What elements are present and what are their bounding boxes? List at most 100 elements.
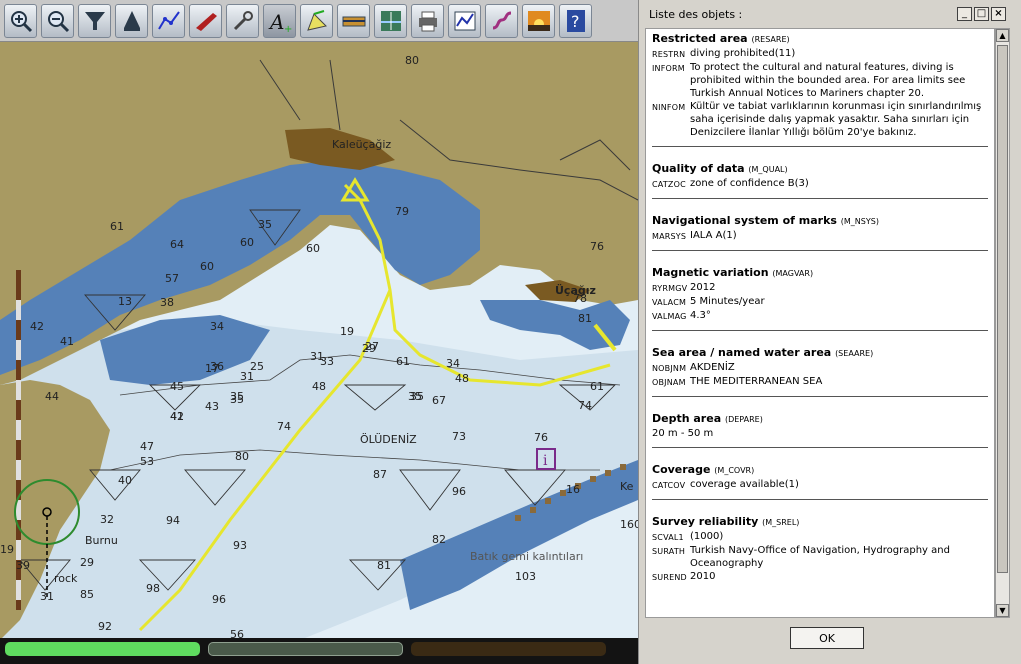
svg-text:?: ? <box>571 12 580 31</box>
sounding-25: 13 <box>118 295 132 308</box>
attribute-value: zone of confidence B(3) <box>690 178 809 189</box>
attribute-acronym: VALACM <box>652 298 687 307</box>
attribute-value: THE MEDITERRANEAN SEA <box>690 376 823 387</box>
help-button[interactable]: ? <box>559 3 592 38</box>
object-type-name: Quality of data <box>652 162 745 175</box>
sounding-37: 74 <box>277 420 291 433</box>
night-mode-button[interactable] <box>522 3 555 38</box>
place-label-rock: rock <box>54 572 78 585</box>
svg-text:A: A <box>268 10 284 34</box>
boat-button[interactable] <box>189 3 222 38</box>
attribute-value: 2010 <box>690 571 716 582</box>
chart-toolbar: A +? <box>0 0 638 42</box>
sounding-41: 53 <box>140 455 154 468</box>
close-button[interactable]: × <box>991 7 1006 21</box>
sounding-30: 42 <box>170 410 184 423</box>
filter-button[interactable] <box>78 3 111 38</box>
scrollbar-thumb[interactable] <box>997 45 1008 573</box>
tools-button[interactable] <box>226 3 259 38</box>
attribute-row: NOBJNM AKDENİZ <box>652 361 994 375</box>
sounding-13: 35 <box>258 218 272 231</box>
attribute-value: diving prohibited(11) <box>690 48 796 59</box>
sounding-47: 82 <box>432 533 446 546</box>
object-section: Depth area (DEPARE) 20 m - 50 m <box>646 397 994 448</box>
object-type-name: Restricted area <box>652 32 748 45</box>
attribute-row: VALACM 5 Minutes/year <box>652 295 994 309</box>
place-label-oludeniz: ÖLÜDENİZ <box>360 433 417 446</box>
attribute-value: coverage available(1) <box>690 479 799 490</box>
object-type-code: (M_QUAL) <box>748 165 788 174</box>
sounding-51: 39 <box>16 559 30 572</box>
attribute-value: (1000) <box>690 531 724 542</box>
help-icon: ? <box>566 9 585 32</box>
sounding-56: 98 <box>146 582 160 595</box>
graph-button[interactable] <box>448 3 481 38</box>
route-button[interactable] <box>152 3 185 38</box>
depth-icon <box>380 10 401 31</box>
attribute-acronym: RESTRN <box>652 50 686 59</box>
dialog-title: Liste des objets : <box>649 8 743 21</box>
ok-button[interactable]: OK <box>790 627 864 649</box>
object-section-title: Depth area (DEPARE) <box>652 412 994 425</box>
text-a-plus-icon: A + <box>268 10 292 34</box>
scroll-up-arrow-icon[interactable]: ▲ <box>996 29 1009 42</box>
sounding-0: 80 <box>405 54 419 67</box>
print-button[interactable] <box>411 3 444 38</box>
nautical-chart-view[interactable]: i Kaleüçağiz Üçağız ÖLÜDENİZ Batık gemi … <box>0 0 638 664</box>
sounding-65: 48 <box>455 372 469 385</box>
svg-text:+: + <box>284 24 292 34</box>
sounding-54: 85 <box>80 588 94 601</box>
dialog-titlebar[interactable]: Liste des objets : _ □ × <box>639 0 1021 29</box>
sounding-45: 94 <box>166 514 180 527</box>
text-size-button[interactable]: A + <box>263 3 296 38</box>
sounding-49: 32 <box>100 513 114 526</box>
sounding-32: 67 <box>432 394 446 407</box>
object-type-code: (SEAARE) <box>835 349 874 358</box>
sounding-5: 60 <box>240 236 254 249</box>
object-list-scrollbar[interactable]: ▲ ▼ <box>995 28 1010 618</box>
sounding-7: 57 <box>165 272 179 285</box>
sounding-28: 35 <box>230 393 244 406</box>
boat-icon <box>195 12 217 31</box>
sounding-9: 42 <box>30 320 44 333</box>
scroll-down-arrow-icon[interactable]: ▼ <box>996 604 1009 617</box>
sounding-26: 45 <box>170 380 184 393</box>
sounding-3: 60 <box>306 242 320 255</box>
attribute-acronym: NINFOM <box>652 103 686 112</box>
sounding-48: 40 <box>118 474 132 487</box>
object-section-title: Quality of data (M_QUAL) <box>652 162 994 175</box>
sounding-1: 79 <box>395 205 409 218</box>
object-type-code: (M_COVR) <box>714 466 755 475</box>
attribute-row: RESTRN diving prohibited(11) <box>652 47 994 61</box>
minimize-button[interactable]: _ <box>957 7 972 21</box>
attribute-value: 4.3° <box>690 310 711 321</box>
object-type-name: Depth area <box>652 412 722 425</box>
sounding-2: 76 <box>590 240 604 253</box>
sounding-4: 64 <box>170 238 184 251</box>
chart-canvas[interactable]: i Kaleüçağiz Üçağız ÖLÜDENİZ Batık gemi … <box>0 0 638 664</box>
object-type-code: (M_SREL) <box>762 518 800 527</box>
sounding-33: 35 <box>408 390 422 403</box>
sounding-43: 87 <box>373 468 387 481</box>
sounding-24: 17 <box>205 362 219 375</box>
ship-position-button[interactable] <box>115 3 148 38</box>
place-label-kaleucagiz: Kaleüçağiz <box>332 138 391 151</box>
status-bar-segment-3 <box>411 642 606 656</box>
sounding-63: 160 <box>620 518 638 531</box>
sounding-46: 93 <box>233 539 247 552</box>
printer-icon <box>418 11 437 31</box>
maximize-button[interactable]: □ <box>974 7 989 21</box>
pen-button[interactable] <box>300 3 333 38</box>
zoom-out-button[interactable] <box>41 3 74 38</box>
funnel-icon <box>84 11 105 30</box>
place-label-wreck: Batık gemi kalıntıları <box>470 550 583 563</box>
object-attribute-list[interactable]: Restricted area (RESARE) RESTRN diving pro… <box>645 28 995 618</box>
ruler-button[interactable] <box>337 3 370 38</box>
pen-icon <box>306 9 327 31</box>
attribute-value: AKDENİZ <box>690 362 735 373</box>
depth-button[interactable] <box>374 3 407 38</box>
sounding-10: 41 <box>60 335 74 348</box>
sounding-12: 38 <box>160 296 174 309</box>
zoom-in-button[interactable] <box>4 3 37 38</box>
track-button[interactable] <box>485 3 518 38</box>
